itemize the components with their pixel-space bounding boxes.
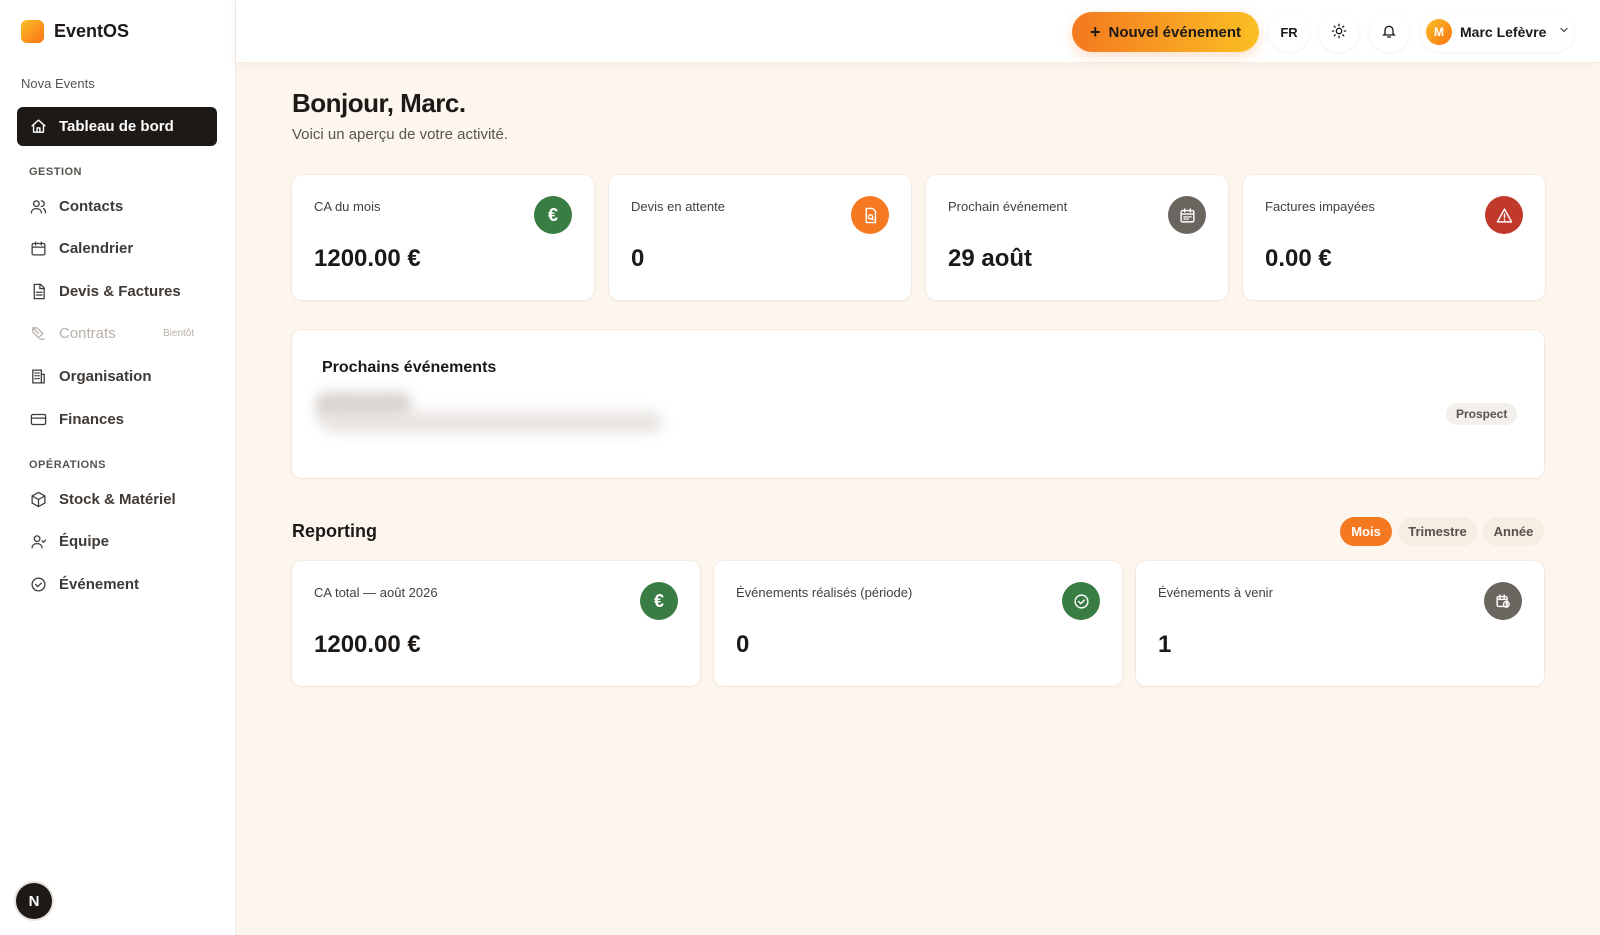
sidebar-item-label: Calendrier (59, 239, 134, 257)
user-avatar: M (1426, 19, 1452, 45)
workspace-avatar[interactable]: N (16, 883, 52, 919)
stat-card-next-event: Prochain événement 29 août (926, 175, 1228, 300)
stat-value: 1200.00 € (314, 631, 421, 658)
sidebar-item-label: Organisation (59, 367, 152, 385)
calendar-clock-icon (1484, 582, 1522, 620)
stat-label: CA du mois (314, 199, 381, 214)
sidebar-item-organization[interactable]: Organisation (17, 358, 217, 394)
euro-icon: € (534, 196, 572, 234)
stat-label: Événements à venir (1158, 585, 1273, 600)
sidebar-item-dashboard[interactable]: Tableau de bord (17, 107, 217, 146)
stat-card-unpaid-invoices: Factures impayées 0.00 € (1243, 175, 1545, 300)
stat-value: 0 (631, 245, 645, 272)
report-card-upcoming-events: Événements à venir 1 (1136, 561, 1544, 686)
theme-toggle-button[interactable] (1319, 12, 1359, 52)
signature-icon (29, 324, 47, 342)
page-title: Bonjour, Marc. (292, 88, 466, 118)
credit-card-icon (29, 410, 47, 428)
sidebar-item-label: Finances (59, 410, 125, 428)
status-badge: Prospect (1446, 403, 1518, 425)
plus-icon: + (1089, 21, 1101, 42)
sidebar-item-team[interactable]: Équipe (17, 523, 217, 559)
sidebar-item-calendar[interactable]: Calendrier (17, 230, 217, 266)
sidebar-item-label: Événement (59, 575, 140, 593)
stat-value: 29 août (948, 245, 1033, 272)
brand-name: EventOS (54, 21, 130, 41)
upcoming-events-card: Prochains événements Prospect (292, 330, 1544, 478)
calendar-icon (1168, 196, 1206, 234)
euro-icon: € (640, 582, 678, 620)
sun-icon (1331, 23, 1347, 42)
chevron-down-icon (1554, 23, 1570, 41)
reporting-title: Reporting (292, 521, 377, 541)
notifications-button[interactable] (1369, 12, 1409, 52)
sidebar-item-stock[interactable]: Stock & Matériel (17, 481, 217, 517)
coming-soon-badge: Bientôt (163, 327, 195, 339)
stat-card-pending-quotes: Devis en attente 0 (609, 175, 911, 300)
top-header: + Nouvel événement FR M Marc Lefèvre (236, 0, 1600, 63)
sidebar-item-label: Tableau de bord (59, 118, 174, 135)
sidebar-item-label: Contrats (59, 324, 116, 342)
period-tab-month[interactable]: Mois (1340, 517, 1392, 546)
quote-icon (851, 196, 889, 234)
blurred-event-details (322, 412, 662, 432)
sidebar-item-label: Équipe (59, 532, 110, 550)
check-circle-icon (1062, 582, 1100, 620)
sidebar-item-finances[interactable]: Finances (17, 401, 217, 437)
sidebar-item-contacts[interactable]: Contacts (17, 188, 217, 224)
period-tab-quarter[interactable]: Trimestre (1398, 517, 1477, 546)
stat-value: 1200.00 € (314, 245, 421, 272)
brand[interactable]: EventOS (21, 20, 129, 43)
stat-label: Factures impayées (1265, 199, 1375, 214)
user-menu[interactable]: M Marc Lefèvre (1420, 12, 1574, 52)
brand-logo-icon (21, 20, 44, 43)
calendar-icon (29, 239, 47, 257)
report-card-total-revenue: CA total — août 2026 1200.00 € € (292, 561, 700, 686)
warning-icon (1485, 196, 1523, 234)
stat-value: 1 (1158, 631, 1172, 658)
language-switcher[interactable]: FR (1269, 12, 1309, 52)
section-title: Prochains événements (322, 359, 497, 376)
users-icon (29, 197, 47, 215)
nav-section-gestion: GESTION (29, 166, 83, 178)
stat-label: Devis en attente (631, 199, 725, 214)
new-event-label: Nouvel événement (1108, 23, 1242, 41)
sidebar-item-label: Stock & Matériel (59, 490, 176, 508)
page-subtitle: Voici un aperçu de votre activité. (292, 126, 508, 143)
sidebar-item-event[interactable]: Événement (17, 566, 217, 602)
sidebar-item-label: Contacts (59, 197, 124, 215)
report-card-completed-events: Événements réalisés (période) 0 (714, 561, 1122, 686)
document-icon (29, 282, 47, 300)
sidebar-item-contracts: Contrats Bientôt (17, 315, 217, 351)
organization-name: Nova Events (21, 76, 95, 91)
home-icon (29, 118, 47, 136)
sidebar-item-quotes-invoices[interactable]: Devis & Factures (17, 273, 217, 309)
period-tab-year[interactable]: Année (1483, 517, 1544, 546)
bell-icon (1381, 23, 1397, 42)
box-icon (29, 490, 47, 508)
check-circle-icon (29, 575, 47, 593)
stat-label: Prochain événement (948, 199, 1068, 214)
stat-label: Événements réalisés (période) (736, 585, 913, 600)
nav-section-operations: OPÉRATIONS (29, 459, 106, 471)
sidebar-item-label: Devis & Factures (59, 282, 181, 300)
stat-value: 0.00 € (1265, 245, 1332, 272)
team-icon (29, 532, 47, 550)
stat-value: 0 (736, 631, 750, 658)
stat-card-monthly-revenue: CA du mois 1200.00 € € (292, 175, 594, 300)
user-name: Marc Lefèvre (1460, 24, 1547, 40)
building-icon (29, 367, 47, 385)
stat-label: CA total — août 2026 (314, 585, 438, 600)
new-event-button[interactable]: + Nouvel événement (1072, 12, 1259, 52)
sidebar: EventOS Nova Events Tableau de bord GEST… (0, 0, 236, 935)
